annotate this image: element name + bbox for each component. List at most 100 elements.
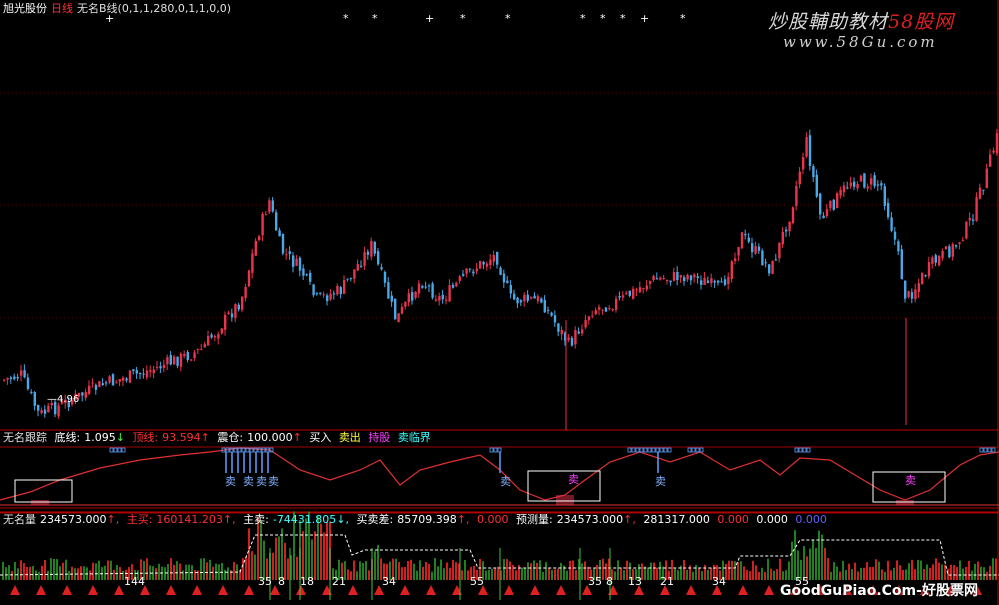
volume-bar — [320, 523, 322, 580]
candle-body — [373, 241, 376, 254]
candle-body — [819, 193, 822, 215]
volume-bar — [407, 560, 409, 580]
cycle-number: 8 — [278, 575, 285, 588]
volume-bar — [974, 563, 976, 580]
volume-bar — [557, 568, 559, 580]
candle-body — [859, 175, 863, 182]
candle-body — [230, 313, 234, 318]
candle-body — [706, 280, 710, 283]
candle-body — [547, 310, 550, 312]
volume-bar — [431, 571, 433, 580]
candle-body — [400, 306, 404, 314]
candle-body — [978, 187, 982, 199]
candle-body — [105, 382, 108, 384]
volume-bar — [98, 560, 100, 580]
volume-bar — [518, 564, 520, 580]
candle-body — [615, 298, 618, 310]
candle-body — [791, 207, 795, 224]
volume-bar — [929, 567, 931, 580]
candle-body — [152, 369, 155, 374]
candle-body — [125, 378, 128, 381]
candle-body — [856, 183, 859, 189]
volume-bar — [374, 551, 376, 580]
volume-bar — [404, 566, 406, 580]
candle-body — [808, 135, 812, 166]
hold-tick — [699, 447, 704, 453]
volume-bar — [701, 571, 703, 580]
volume-bar — [62, 562, 64, 580]
volume-bar — [653, 562, 655, 580]
candle-body — [734, 258, 737, 261]
volume-bar — [527, 562, 529, 580]
candle-body — [343, 279, 346, 294]
volume-bar — [107, 560, 109, 580]
candle-body — [825, 209, 829, 217]
volume-bar — [992, 558, 994, 580]
candle-body — [122, 377, 125, 381]
candle-body — [870, 178, 873, 185]
candle-body — [744, 234, 747, 236]
candle-body — [581, 329, 584, 334]
candle-body — [880, 183, 883, 186]
signal-triangle — [244, 585, 254, 595]
candle-body — [173, 356, 176, 365]
volume-bar — [968, 560, 970, 580]
hold-tick — [798, 447, 803, 453]
candle-body — [360, 265, 363, 267]
candle-body — [475, 268, 478, 272]
signal-triangle — [36, 585, 46, 595]
volume-bar — [56, 558, 58, 580]
candle-body — [897, 241, 900, 252]
candle-body — [778, 242, 781, 259]
candle-body — [689, 275, 693, 281]
volume-bar — [782, 571, 784, 580]
hold-label: 持股 — [368, 431, 391, 444]
volume-bar — [461, 570, 463, 580]
candle-body — [737, 247, 740, 256]
volume-bar — [872, 567, 874, 580]
candle-body — [220, 328, 223, 334]
volume-bar — [602, 558, 604, 580]
candle-body — [268, 200, 271, 213]
signal-marker: * — [372, 12, 378, 25]
hold-tick — [979, 447, 984, 453]
volume-bar — [842, 560, 844, 580]
volume-bar — [425, 561, 427, 580]
volume-bar — [488, 569, 490, 580]
hold-tick — [802, 447, 807, 453]
volume-bar — [926, 564, 928, 580]
period-label[interactable]: 日线 — [51, 2, 73, 15]
tracking-name[interactable]: 无名跟踪 — [3, 431, 47, 444]
candle-body — [652, 275, 655, 281]
volume-bar — [50, 558, 52, 580]
candle-body — [16, 377, 19, 379]
candle-body — [781, 232, 784, 245]
volume-bar — [434, 558, 436, 580]
volume-bar — [515, 570, 517, 580]
volume-name[interactable]: 无名量 — [3, 513, 36, 526]
candle-body — [196, 348, 200, 350]
candle-body — [764, 262, 767, 264]
volume-bar — [116, 565, 118, 580]
signal-triangle — [426, 585, 436, 595]
candle-body — [934, 255, 937, 263]
hold-tick — [493, 447, 498, 453]
candle-body — [577, 331, 580, 334]
candle-body — [846, 187, 849, 189]
candle-body — [761, 250, 764, 266]
volume-bar — [647, 567, 649, 580]
candle-body — [57, 405, 60, 417]
volume-bar — [740, 561, 742, 580]
volume-bar — [980, 566, 982, 580]
candle-body — [849, 182, 852, 187]
volume-bar — [731, 560, 733, 580]
volume-bar — [833, 562, 835, 580]
candle-body — [492, 254, 495, 262]
candle-body — [156, 366, 159, 368]
volume-bar — [887, 560, 889, 580]
stock-name[interactable]: 旭光股份 — [3, 2, 47, 15]
candle-body — [812, 166, 815, 178]
candle-body — [693, 274, 696, 278]
indicator-label[interactable]: 无名B线(0,1,1,280,0,1,1,0,0) — [77, 2, 231, 15]
candle-body — [305, 274, 308, 276]
